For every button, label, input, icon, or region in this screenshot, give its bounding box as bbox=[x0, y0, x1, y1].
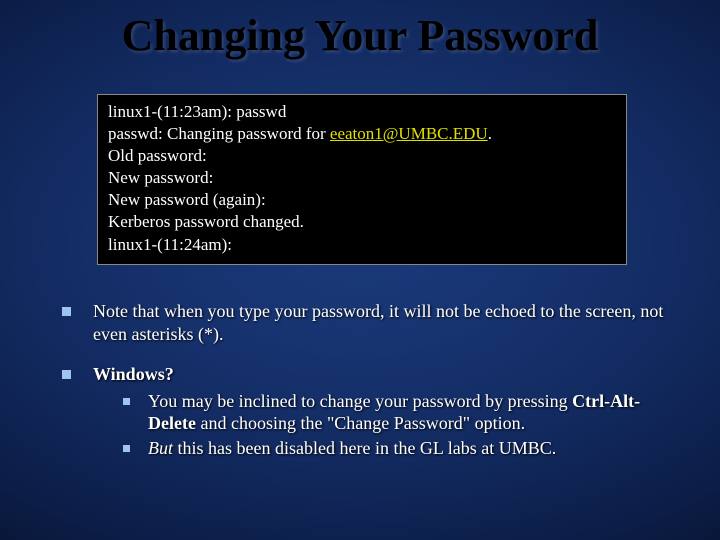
terminal-line: Kerberos password changed. bbox=[108, 211, 616, 233]
bullet-text: Windows? You may be inclined to change y… bbox=[93, 363, 670, 459]
bullet-item: Note that when you type your password, i… bbox=[62, 300, 670, 345]
text-run: and choosing the "Change Password" optio… bbox=[196, 413, 525, 433]
text-run: You may be inclined to change your passw… bbox=[148, 391, 572, 411]
terminal-box: linux1-(11:23am): passwd passwd: Changin… bbox=[97, 94, 627, 265]
terminal-line: New password: bbox=[108, 167, 616, 189]
subbullet-item: But this has been disabled here in the G… bbox=[123, 437, 670, 460]
subbullet-icon bbox=[123, 398, 130, 405]
bullet-icon bbox=[62, 370, 71, 379]
bullet-text: Note that when you type your password, i… bbox=[93, 300, 670, 345]
slide: Changing Your Password linux1-(11:23am):… bbox=[0, 0, 720, 540]
terminal-line: linux1-(11:24am): bbox=[108, 234, 616, 256]
subbullet-text: But this has been disabled here in the G… bbox=[148, 437, 670, 460]
bullet-item: Windows? You may be inclined to change y… bbox=[62, 363, 670, 459]
subbullet-icon bbox=[123, 445, 130, 452]
subbullet-item: You may be inclined to change your passw… bbox=[123, 390, 670, 435]
terminal-text: . bbox=[488, 124, 492, 143]
bullet-head: Windows? bbox=[93, 364, 174, 384]
terminal-email: eeaton1@UMBC.EDU bbox=[330, 124, 488, 143]
subbullet-list: You may be inclined to change your passw… bbox=[93, 390, 670, 460]
subbullet-text: You may be inclined to change your passw… bbox=[148, 390, 670, 435]
terminal-text: passwd: Changing password for bbox=[108, 124, 330, 143]
terminal-line: passwd: Changing password for eeaton1@UM… bbox=[108, 123, 616, 145]
text-run-italic: But bbox=[148, 438, 173, 458]
terminal-line: Old password: bbox=[108, 145, 616, 167]
bullet-icon bbox=[62, 307, 71, 316]
slide-title: Changing Your Password bbox=[0, 10, 720, 61]
terminal-line: linux1-(11:23am): passwd bbox=[108, 101, 616, 123]
terminal-line: New password (again): bbox=[108, 189, 616, 211]
text-run: this has been disabled here in the GL la… bbox=[173, 438, 556, 458]
body-content: Note that when you type your password, i… bbox=[62, 300, 670, 477]
